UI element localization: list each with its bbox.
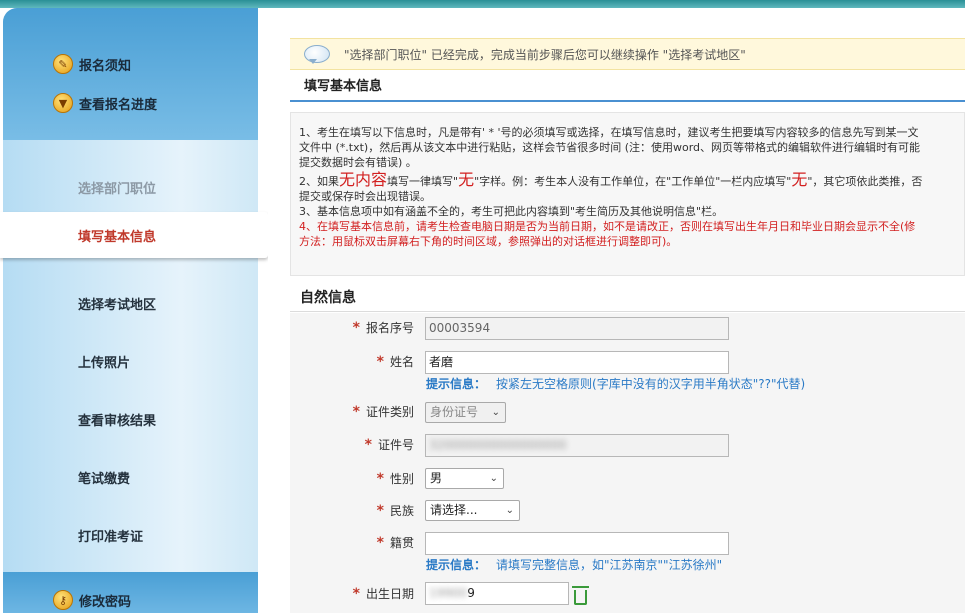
name-hint: 提示信息： 按紧左无空格原则(字库中没有的汉字用半角状态"??"代替) [426,377,806,391]
reg-no-field: 00003594 [425,317,729,340]
instruction-line: 文件中 (*.txt)，然后再从该文本中进行粘贴，这样会节省很多时间 (注：使用… [299,141,921,154]
gender-select[interactable]: 男 ⌄ [425,468,504,489]
instruction-line: 3、基本信息项中如有涵盖不全的，考生可把此内容填到"考生简历及其他说明信息"栏。 [299,205,724,218]
ethnic-label: * 民族 [376,503,414,519]
reg-no-label: * 报名序号 [352,320,414,336]
step-upload-photo[interactable]: 上传照片 [78,352,130,371]
instruction-line: 1、考生在填写以下信息时，凡是带有' * '号的必须填写或选择，在填写信息时，建… [299,126,919,139]
step-exam-payment[interactable]: 笔试缴费 [78,468,130,487]
native-place-input[interactable] [425,532,729,555]
instructions-box: 1、考生在填写以下信息时，凡是带有' * '号的必须填写或选择，在填写信息时，建… [290,112,965,276]
native-place-hint: 提示信息： 请填写完整信息，如"江苏南京""江苏徐州" [426,558,723,572]
progress-notice: "选择部门职位" 已经完成，完成当前步骤后您可以继续操作 "选择考试地区" [290,38,965,70]
sidebar-link-label: 修改密码 [79,594,132,610]
native-place-label: * 籍贯 [376,535,414,551]
name-input[interactable]: 者磨 [425,351,729,374]
step-print-admission-ticket[interactable]: 打印准考证 [78,526,143,545]
chevron-down-icon: ⌄ [491,407,500,418]
id-no-field: 320000000000000000 [425,434,729,457]
birth-date-label: * 出生日期 [352,586,414,602]
gender-label: * 性别 [376,471,414,487]
section-title: 填写基本信息 [290,74,965,102]
form-section-title: 自然信息 [290,284,965,312]
name-label: * 姓名 [376,354,414,370]
sidebar: ✎ 报名须知 ▼ 查看报名进度 选择部门职位 选择考试地区 上传照片 查看审核结… [3,8,258,613]
instruction-line-warning: 4、在填写基本信息前，请考生检查电脑日期是否为当前日期，如不是请改正，否则在填写… [299,220,916,233]
birth-date-input[interactable]: 199009 [425,582,569,605]
sidebar-link-registration-notice[interactable]: ✎ 报名须知 [53,54,131,74]
instruction-line-warning: 方法：用鼠标双击屏幕右下角的时间区域，参照弹出的对话框进行调整即可)。 [299,235,678,248]
top-accent-bar [0,0,965,8]
sidebar-header [3,8,258,140]
main-content: "选择部门职位" 已经完成，完成当前步骤后您可以继续操作 "选择考试地区" 填写… [268,8,965,613]
id-type-label: * 证件类别 [352,404,414,420]
sidebar-link-registration-progress[interactable]: ▼ 查看报名进度 [53,93,157,113]
download-icon: ▼ [53,93,73,113]
id-no-label: * 证件号 [364,437,414,453]
trash-icon[interactable] [572,586,589,605]
step-select-department[interactable]: 选择部门职位 [78,178,156,197]
sidebar-link-label: 查看报名进度 [79,97,158,113]
sidebar-steps-background [3,140,258,572]
step-fill-basic-info[interactable]: 填写基本信息 [78,226,156,245]
sidebar-link-change-password[interactable]: ⚷ 修改密码 [53,590,131,610]
id-type-select: 身份证号 ⌄ [425,402,506,423]
notice-text: "选择部门职位" 已经完成，完成当前步骤后您可以继续操作 "选择考试地区" [344,47,746,62]
sidebar-link-label: 报名须知 [79,58,132,74]
step-fill-basic-info-tab[interactable]: 填写基本信息 [0,212,268,258]
chevron-down-icon: ⌄ [489,473,498,484]
step-review-result[interactable]: 查看审核结果 [78,410,156,429]
instruction-line: 2、如果无内容填写一律填写"无"字样。例：考生本人没有工作单位，在"工作单位"一… [299,170,923,189]
ethnic-select[interactable]: 请选择... ⌄ [425,500,520,521]
key-icon: ⚷ [53,590,73,610]
instruction-line: 提交数据时会有错误) 。 [299,156,417,169]
instruction-line: 提交或保存时会出现错误。 [299,190,431,203]
step-select-exam-region[interactable]: 选择考试地区 [78,294,156,313]
speech-bubble-icon [304,45,330,64]
chevron-down-icon: ⌄ [505,505,514,516]
pencil-icon: ✎ [53,54,73,74]
